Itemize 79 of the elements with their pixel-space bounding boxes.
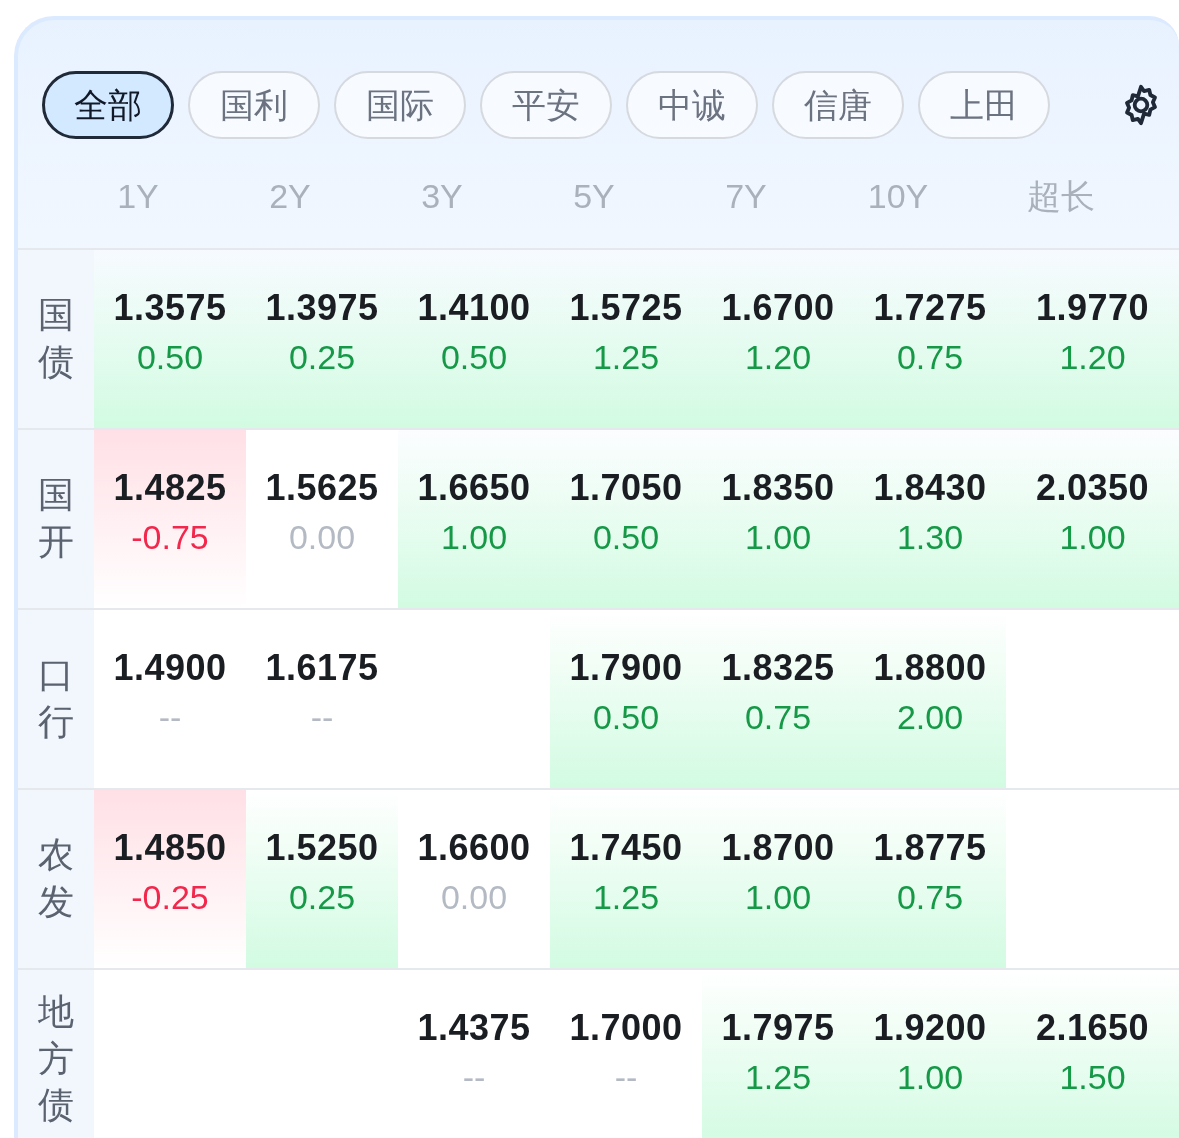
- change-value: --: [158, 697, 182, 738]
- column-header: 3Y: [421, 175, 464, 217]
- filter-tab[interactable]: 上田: [918, 71, 1050, 139]
- change-value: 0.50: [440, 337, 508, 378]
- yield-value: 1.8775: [873, 830, 987, 866]
- yield-value: 1.5625: [265, 470, 379, 506]
- yield-value: 1.8800: [873, 650, 987, 686]
- change-value: 1.00: [744, 517, 812, 558]
- change-value: 0.00: [440, 877, 508, 918]
- yield-value: 1.9770: [1035, 290, 1150, 326]
- change-value: 1.25: [592, 877, 660, 918]
- yield-value: 1.8430: [873, 470, 987, 506]
- change-value: 0.25: [288, 337, 356, 378]
- change-value: 0.50: [592, 517, 660, 558]
- change-value: --: [462, 1057, 486, 1098]
- yield-value: 1.9200: [873, 1010, 987, 1046]
- change-value: -0.75: [131, 517, 209, 558]
- yield-value: 1.8350: [721, 470, 835, 506]
- change-value: 2.00: [896, 697, 964, 738]
- yield-value: 1.4100: [417, 290, 531, 326]
- bond-type-label: 国开: [38, 473, 74, 564]
- change-value: 1.25: [744, 1057, 812, 1098]
- yield-value: 1.7900: [569, 650, 683, 686]
- filter-tab[interactable]: 信唐: [772, 71, 904, 139]
- column-header: 2Y: [269, 175, 312, 217]
- change-value: 1.20: [1059, 337, 1126, 378]
- bond-type-label: 地方债: [38, 989, 74, 1128]
- change-value: 1.20: [744, 337, 812, 378]
- change-value: 0.25: [288, 877, 356, 918]
- yield-value: 1.7975: [721, 1010, 835, 1046]
- change-value: -0.25: [131, 877, 209, 918]
- change-value: 0.50: [136, 337, 204, 378]
- column-header: 10Y: [867, 175, 930, 217]
- yield-value: 1.8325: [721, 650, 835, 686]
- bond-type-label: 农发: [38, 833, 74, 924]
- change-value: 0.75: [896, 337, 964, 378]
- yield-value: 1.6700: [721, 290, 835, 326]
- column-header: 超长: [1026, 175, 1096, 217]
- change-value: 0.75: [896, 877, 964, 918]
- bond-type-label: 国债: [38, 293, 74, 384]
- yield-value: 1.6600: [417, 830, 531, 866]
- bond-type-label: 口行: [38, 653, 74, 744]
- filter-tab[interactable]: 国利: [188, 71, 320, 139]
- yield-value: 1.7450: [569, 830, 683, 866]
- yield-value: 1.4850: [113, 830, 227, 866]
- yield-value: 1.6650: [417, 470, 531, 506]
- yield-value: 1.4825: [113, 470, 227, 506]
- filter-tab[interactable]: 国际: [334, 71, 466, 139]
- filter-tab[interactable]: 平安: [480, 71, 612, 139]
- yield-value: 1.5725: [569, 290, 683, 326]
- yield-value: 2.0350: [1035, 470, 1150, 506]
- yield-value: 2.1650: [1035, 1010, 1150, 1046]
- filter-tab[interactable]: 全部: [42, 71, 174, 139]
- yield-value: 1.7000: [569, 1010, 683, 1046]
- change-value: 1.50: [1059, 1057, 1126, 1098]
- yield-value: 1.6175: [265, 650, 379, 686]
- change-value: 0.50: [592, 697, 660, 738]
- yield-value: 1.5250: [265, 830, 379, 866]
- change-value: 1.00: [440, 517, 508, 558]
- change-value: --: [614, 1057, 638, 1098]
- column-header: 1Y: [117, 175, 160, 217]
- yield-value: 1.3975: [265, 290, 379, 326]
- change-value: 1.00: [896, 1057, 964, 1098]
- change-value: 1.30: [896, 517, 964, 558]
- change-value: 0.75: [744, 697, 812, 738]
- yield-value: 1.4900: [113, 650, 227, 686]
- column-header: 5Y: [573, 175, 616, 217]
- yield-value: 1.4375: [417, 1010, 531, 1046]
- column-header: 7Y: [725, 175, 768, 217]
- change-value: 1.00: [1059, 517, 1126, 558]
- yield-value: 1.3575: [113, 290, 227, 326]
- change-value: 0.00: [288, 517, 356, 558]
- change-value: 1.25: [592, 337, 660, 378]
- filter-tab[interactable]: 中诚: [626, 71, 758, 139]
- yield-value: 1.7050: [569, 470, 683, 506]
- change-value: 1.00: [744, 877, 812, 918]
- change-value: --: [310, 697, 334, 738]
- yield-value: 1.8700: [721, 830, 835, 866]
- yield-value: 1.7275: [873, 290, 987, 326]
